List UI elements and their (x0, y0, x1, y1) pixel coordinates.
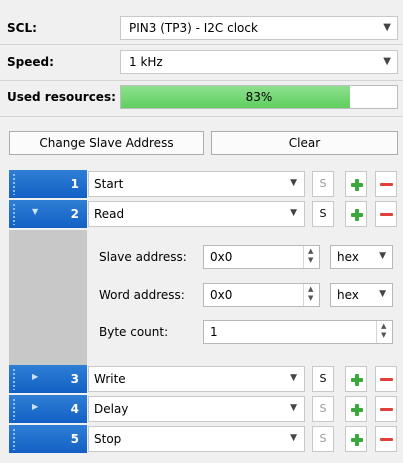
sequence-index: 5 (70, 432, 79, 446)
remove-icon[interactable] (375, 201, 397, 227)
scl-row: SCL: PIN3 (TP3) - I2C clock ▼ (0, 14, 403, 42)
resources-label: Used resources: (7, 90, 116, 104)
divider (0, 44, 403, 45)
divider (0, 116, 403, 117)
change-slave-address-button[interactable]: Change Slave Address (9, 131, 204, 155)
add-icon[interactable] (345, 201, 367, 227)
slave-address-format: hex (337, 250, 359, 264)
sequence-operation-dropdown[interactable]: Start ▼ (88, 171, 305, 197)
s-button[interactable]: S (312, 396, 334, 422)
sequence-handle[interactable]: ▶ 3 (9, 365, 87, 393)
add-icon[interactable] (345, 366, 367, 392)
add-icon[interactable] (345, 396, 367, 422)
word-address-label: Word address: (99, 288, 185, 302)
resources-percent: 83% (245, 90, 273, 104)
drag-grip-icon[interactable] (12, 368, 16, 390)
s-button[interactable]: S (312, 201, 334, 227)
spinner-arrows-icon[interactable]: ▲ ▼ (303, 284, 319, 306)
word-address-value: 0x0 (210, 288, 233, 302)
sequence-row: ▼ 2 Read ▼ S (0, 200, 403, 228)
add-icon[interactable] (345, 426, 367, 452)
drag-grip-icon[interactable] (12, 428, 16, 450)
remove-icon[interactable] (375, 396, 397, 422)
chevron-down-icon: ▼ (290, 208, 297, 218)
byte-count-label: Byte count: (99, 325, 169, 339)
s-button[interactable]: S (312, 171, 334, 197)
slave-address-format-dropdown[interactable]: hex ▼ (330, 245, 393, 269)
sequence-row: 1 Start ▼ S (0, 170, 403, 198)
sequence-row: 5 Stop ▼ S (0, 425, 403, 453)
sequence-row: ▶ 3 Write ▼ S (0, 365, 403, 393)
expanded-arrow-icon[interactable]: ▼ (32, 207, 38, 216)
drag-grip-icon[interactable] (12, 398, 16, 420)
s-button[interactable]: S (312, 426, 334, 452)
scl-dropdown[interactable]: PIN3 (TP3) - I2C clock ▼ (120, 16, 398, 40)
sequence-operation-dropdown[interactable]: Stop ▼ (88, 426, 305, 452)
sequence-operation: Read (94, 207, 125, 221)
chevron-down-icon: ▼ (290, 178, 297, 188)
sequence-operation-dropdown[interactable]: Write ▼ (88, 366, 305, 392)
word-address-format: hex (337, 288, 359, 302)
panel-gutter (9, 230, 87, 367)
collapsed-arrow-icon[interactable]: ▶ (32, 372, 38, 381)
chevron-down-icon: ▼ (290, 373, 297, 383)
byte-count-spinbox[interactable]: 1 ▲ ▼ (203, 320, 393, 344)
add-icon[interactable] (345, 171, 367, 197)
resources-progress-bar: 83% (120, 85, 398, 109)
scl-value: PIN3 (TP3) - I2C clock (129, 21, 258, 35)
chevron-down-icon: ▼ (290, 433, 297, 443)
sequence-handle[interactable]: ▶ 4 (9, 395, 87, 423)
sequence-operation-dropdown[interactable]: Read ▼ (88, 201, 305, 227)
sequence-operation: Stop (94, 432, 122, 446)
chevron-down-icon: ▼ (379, 251, 386, 261)
sequence-index: 2 (70, 207, 79, 221)
sequence-index: 1 (70, 177, 79, 191)
drag-grip-icon[interactable] (12, 173, 16, 195)
remove-icon[interactable] (375, 366, 397, 392)
spinner-arrows-icon[interactable]: ▲ ▼ (376, 321, 392, 343)
speed-row: Speed: 1 kHz ▼ (0, 48, 403, 76)
word-address-spinbox[interactable]: 0x0 ▲ ▼ (203, 283, 320, 307)
sequence-row: ▶ 4 Delay ▼ S (0, 395, 403, 423)
sequence-handle[interactable]: ▼ 2 (9, 200, 87, 228)
clear-button[interactable]: Clear (211, 131, 398, 155)
read-details-panel: Slave address: 0x0 ▲ ▼ hex ▼ Word address… (0, 230, 403, 367)
byte-count-value: 1 (210, 325, 218, 339)
divider (0, 80, 403, 81)
sequence-operation-dropdown[interactable]: Delay ▼ (88, 396, 305, 422)
chevron-down-icon: ▼ (383, 22, 391, 33)
sequence-handle[interactable]: 1 (9, 170, 87, 198)
slave-address-value: 0x0 (210, 250, 233, 264)
scl-label: SCL: (7, 21, 37, 35)
sequence-operation: Delay (94, 402, 129, 416)
sequence-index: 3 (70, 372, 79, 386)
word-address-format-dropdown[interactable]: hex ▼ (330, 283, 393, 307)
sequence-operation: Start (94, 177, 124, 191)
speed-value: 1 kHz (129, 55, 163, 69)
top-strip (0, 0, 403, 12)
remove-icon[interactable] (375, 426, 397, 452)
chevron-down-icon: ▼ (290, 403, 297, 413)
drag-grip-icon[interactable] (12, 203, 16, 225)
sequence-index: 4 (70, 402, 79, 416)
sequence-operation: Write (94, 372, 126, 386)
speed-label: Speed: (7, 55, 54, 69)
slave-address-spinbox[interactable]: 0x0 ▲ ▼ (203, 245, 320, 269)
slave-address-label: Slave address: (99, 250, 187, 264)
chevron-down-icon: ▼ (383, 56, 391, 67)
remove-icon[interactable] (375, 171, 397, 197)
speed-dropdown[interactable]: 1 kHz ▼ (120, 50, 398, 74)
s-button[interactable]: S (312, 366, 334, 392)
collapsed-arrow-icon[interactable]: ▶ (32, 402, 38, 411)
sequence-handle[interactable]: 5 (9, 425, 87, 453)
chevron-down-icon: ▼ (379, 289, 386, 299)
spinner-arrows-icon[interactable]: ▲ ▼ (303, 246, 319, 268)
